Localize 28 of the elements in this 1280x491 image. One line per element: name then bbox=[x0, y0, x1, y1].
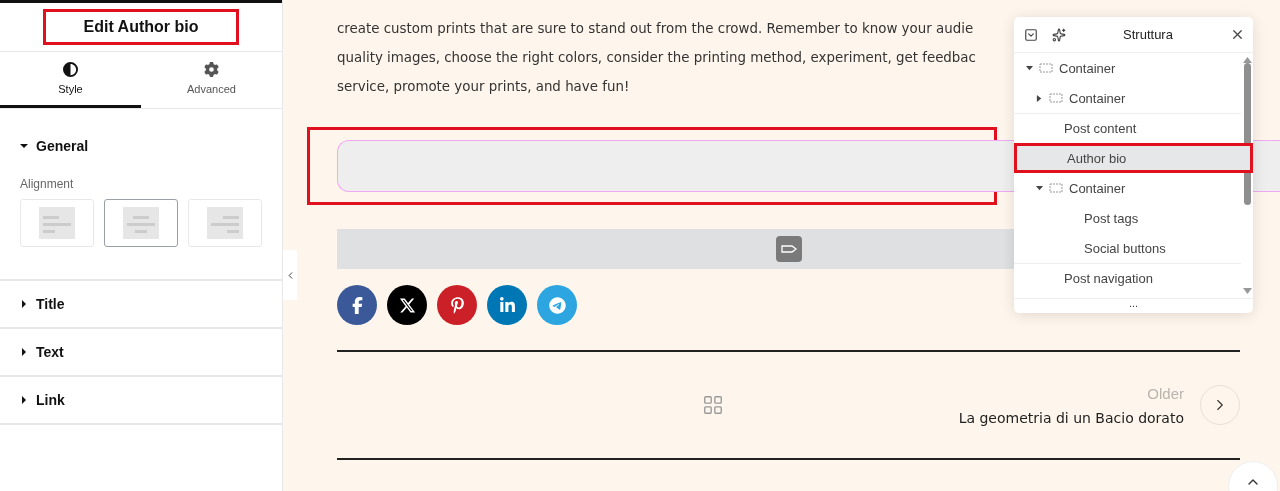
paragraph-line: quality images, choose the right colors, consider the printing method, experiment, get feedbac bbox=[337, 49, 976, 67]
tree-label: Container bbox=[1069, 90, 1126, 106]
tree-item[interactable]: Container bbox=[1014, 53, 1241, 83]
section-header[interactable]: Link bbox=[20, 391, 65, 409]
nav-label: Older bbox=[1147, 384, 1184, 402]
tree-item[interactable]: Social buttons bbox=[1014, 233, 1241, 263]
tree-label: Container bbox=[1059, 60, 1116, 76]
section-header[interactable]: General bbox=[20, 137, 89, 155]
more-button[interactable]: ... bbox=[1014, 298, 1253, 313]
tree-label: Post content bbox=[1064, 121, 1137, 136]
next-post-link[interactable]: La geometria di un Bacio dorato bbox=[958, 409, 1184, 426]
paragraph-line: create custom prints that are sure to stand out from the crowd. Remember to know your audie bbox=[337, 20, 974, 38]
tree-label: Author bio bbox=[1067, 150, 1127, 166]
tree-label: Post navigation bbox=[1064, 271, 1153, 286]
tree-label: Container bbox=[1069, 180, 1126, 196]
paragraph-line: service, promote your prints, and have fun! bbox=[337, 78, 630, 96]
panel-title: Struttura bbox=[1122, 27, 1174, 42]
tree-label: Post tags bbox=[1084, 210, 1139, 226]
tree-item[interactable]: Post tags bbox=[1014, 203, 1241, 233]
tree-item[interactable]: Container bbox=[1014, 173, 1241, 203]
field-label: Alignment bbox=[20, 177, 75, 191]
panel-title: Edit Author bio bbox=[42, 9, 240, 45]
tree-item[interactable]: Post navigation bbox=[1014, 263, 1241, 293]
section-header[interactable]: Title bbox=[20, 295, 65, 313]
tree-label: Social buttons bbox=[1084, 240, 1166, 256]
tree-item[interactable]: Container bbox=[1014, 83, 1241, 113]
section-header[interactable]: Text bbox=[20, 343, 64, 361]
tree-item[interactable]: Author bio bbox=[1014, 143, 1253, 173]
